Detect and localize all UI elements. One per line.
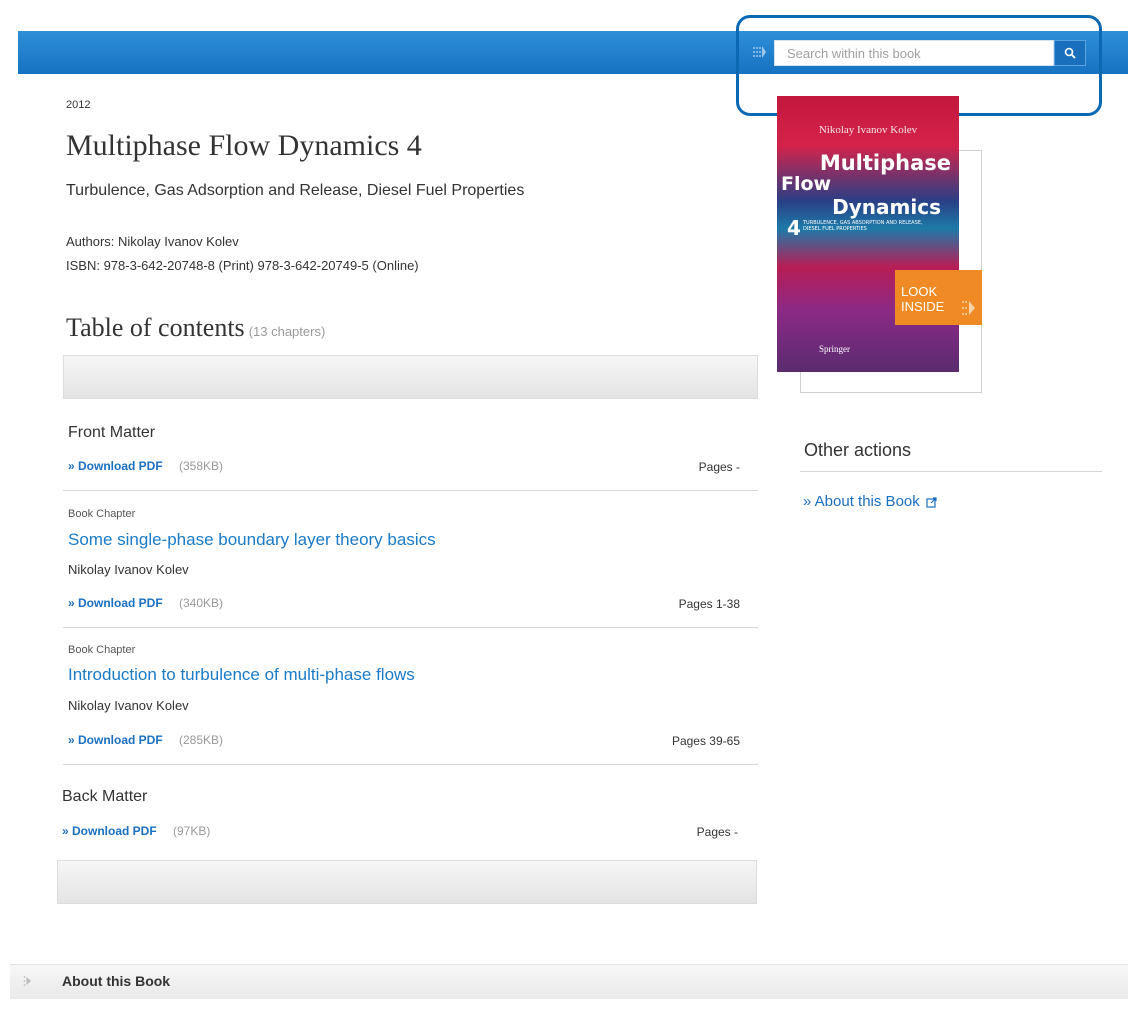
look-inside-line1: LOOK xyxy=(901,284,938,299)
publication-year: 2012 xyxy=(66,99,91,111)
chapter-author: Nikolay Ivanov Kolev xyxy=(68,698,189,713)
page-range: Pages - xyxy=(696,825,738,839)
arrow-right-icon xyxy=(753,46,766,58)
about-section-bar[interactable] xyxy=(10,964,1128,999)
book-subtitle: Turbulence, Gas Adsorption and Release, … xyxy=(66,182,525,199)
divider xyxy=(63,627,758,628)
file-size: (285KB) xyxy=(179,733,224,747)
book-isbn: ISBN: 978-3-642-20748-8 (Print) 978-3-64… xyxy=(66,258,419,273)
file-size: (340KB) xyxy=(179,596,224,610)
search-icon xyxy=(1064,47,1076,59)
chapter-author: Nikolay Ivanov Kolev xyxy=(68,562,189,577)
page-range: Pages 1-38 xyxy=(678,597,740,611)
about-this-book-toggle[interactable]: About this Book xyxy=(62,973,170,989)
page-range: Pages 39-65 xyxy=(671,734,740,748)
download-pdf-link[interactable]: » Download PDF xyxy=(68,596,163,610)
toc-pagination-bar-top xyxy=(63,355,758,399)
cover-volume-number: 4 xyxy=(787,216,801,240)
toc-heading-label: Table of contents xyxy=(66,313,245,342)
cover-author: Nikolay Ivanov Kolev xyxy=(818,124,918,136)
divider xyxy=(63,764,758,765)
book-authors: Authors: Nikolay Ivanov Kolev xyxy=(66,234,239,249)
toc-chapter-count: (13 chapters) xyxy=(248,324,326,339)
toc-heading: Table of contents (13 chapters) xyxy=(66,313,325,343)
download-pdf-link[interactable]: » Download PDF xyxy=(68,733,163,747)
page-range: Pages - xyxy=(698,460,740,474)
arrow-right-icon xyxy=(962,301,975,315)
search-button[interactable] xyxy=(1054,40,1086,66)
search-field[interactable] xyxy=(774,40,1054,66)
chapter-title-link[interactable]: Some single-phase boundary layer theory … xyxy=(68,530,436,550)
file-size: (97KB) xyxy=(173,824,211,838)
book-title: Multiphase Flow Dynamics 4 xyxy=(66,129,422,162)
cover-subtitle: TURBULENCE, GAS ABSORPTION AND RELEASE, … xyxy=(803,220,923,232)
chapter-type: Book Chapter xyxy=(68,508,136,520)
download-pdf-link[interactable]: » Download PDF xyxy=(62,824,157,838)
expand-arrow-icon xyxy=(23,976,31,986)
divider xyxy=(63,490,758,491)
divider xyxy=(800,471,1102,472)
cover-title-line1: Multiphase xyxy=(819,151,951,175)
external-link-icon xyxy=(926,496,937,508)
cover-publisher: Springer xyxy=(819,344,850,354)
file-size: (358KB) xyxy=(179,459,224,473)
book-cover-image[interactable]: Nikolay Ivanov Kolev Multiphase Flow Dyn… xyxy=(777,96,959,372)
cover-title-line2: Flow xyxy=(781,173,832,195)
cover-title-line3: Dynamics xyxy=(832,195,941,219)
toc-entry-back-matter-title: Back Matter xyxy=(62,788,148,805)
about-this-book-link[interactable]: » About this Book xyxy=(803,493,937,510)
search-input[interactable] xyxy=(775,41,1053,65)
download-pdf-link[interactable]: » Download PDF xyxy=(68,459,163,473)
about-this-book-label: » About this Book xyxy=(803,493,920,510)
toc-pagination-bar-bottom xyxy=(57,860,757,904)
other-actions-heading: Other actions xyxy=(804,440,912,460)
chapter-title-link[interactable]: Introduction to turbulence of multi-phas… xyxy=(68,665,415,685)
chapter-type: Book Chapter xyxy=(68,644,136,656)
toc-entry-front-matter-title: Front Matter xyxy=(68,424,156,441)
